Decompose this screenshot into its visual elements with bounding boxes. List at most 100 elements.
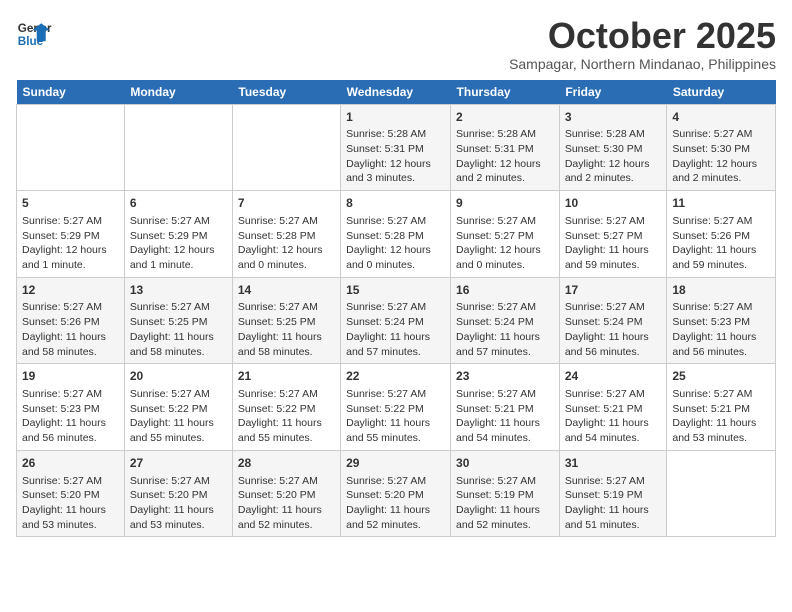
- day-number: 4: [672, 109, 770, 126]
- calendar-cell: 23 Sunrise: 5:27 AMSunset: 5:21 PMDayligh…: [451, 364, 560, 451]
- weekday-header-thursday: Thursday: [451, 80, 560, 105]
- day-info: Sunrise: 5:27 AMSunset: 5:21 PMDaylight:…: [672, 387, 770, 446]
- calendar-cell: 3Sunrise: 5:28 AMSunset: 5:30 PMDaylight…: [559, 104, 667, 191]
- day-number: 31: [565, 455, 662, 472]
- calendar-cell: 21Sunrise: 5:27 AMSunset: 5:22 PMDayligh…: [232, 364, 340, 451]
- calendar-cell: 25Sunrise: 5:27 AMSunset: 5:21 PMDayligh…: [667, 364, 776, 451]
- day-info: Sunrise: 5:27 AMSunset: 5:23 PMDaylight:…: [672, 300, 770, 359]
- day-number: 10: [565, 195, 662, 212]
- day-number: 7: [238, 195, 335, 212]
- calendar-cell: 31 Sunrise: 5:27 AMSunset: 5:19 PMDayligh…: [559, 450, 667, 537]
- weekday-header-sunday: Sunday: [17, 80, 125, 105]
- calendar-cell: 6 Sunrise: 5:27 AMSunset: 5:29 PMDaylight…: [124, 191, 232, 278]
- day-info: Sunrise: 5:27 AMSunset: 5:20 PMDaylight:…: [238, 474, 335, 533]
- calendar-cell: 18Sunrise: 5:27 AMSunset: 5:23 PMDayligh…: [667, 277, 776, 364]
- day-number: 16: [456, 282, 554, 299]
- day-info: Sunrise: 5:27 AMSunset: 5:24 PMDaylight:…: [565, 300, 662, 359]
- day-number: 6: [130, 195, 227, 212]
- day-info: Sunrise: 5:27 AMSunset: 5:22 PMDaylight:…: [346, 387, 445, 446]
- calendar-cell: 4Sunrise: 5:27 AMSunset: 5:30 PMDaylight…: [667, 104, 776, 191]
- day-number: 24: [565, 368, 662, 385]
- calendar-cell: 17Sunrise: 5:27 AMSunset: 5:24 PMDayligh…: [559, 277, 667, 364]
- calendar-cell: [667, 450, 776, 537]
- day-number: 15: [346, 282, 445, 299]
- day-info: Sunrise: 5:27 AMSunset: 5:27 PMDaylight:…: [565, 214, 662, 273]
- calendar-cell: 24 Sunrise: 5:27 AMSunset: 5:21 PMDayligh…: [559, 364, 667, 451]
- calendar-week-4: 19Sunrise: 5:27 AMSunset: 5:23 PMDayligh…: [17, 364, 776, 451]
- day-info: Sunrise: 5:27 AMSunset: 5:28 PMDaylight:…: [346, 214, 445, 273]
- day-number: 13: [130, 282, 227, 299]
- calendar-week-5: 26 Sunrise: 5:27 AMSunset: 5:20 PMDayligh…: [17, 450, 776, 537]
- day-info: Sunrise: 5:27 AMSunset: 5:27 PMDaylight:…: [456, 214, 554, 273]
- calendar-cell: 29 Sunrise: 5:27 AMSunset: 5:20 PMDayligh…: [341, 450, 451, 537]
- logo-icon: General Blue: [16, 16, 52, 52]
- calendar-cell: 15Sunrise: 5:27 AMSunset: 5:24 PMDayligh…: [341, 277, 451, 364]
- calendar-cell: 2Sunrise: 5:28 AMSunset: 5:31 PMDaylight…: [451, 104, 560, 191]
- location-title: Sampagar, Northern Mindanao, Philippines: [509, 56, 776, 72]
- day-info: Sunrise: 5:27 AMSunset: 5:20 PMDaylight:…: [130, 474, 227, 533]
- day-info: Sunrise: 5:27 AMSunset: 5:20 PMDaylight:…: [22, 474, 119, 533]
- day-info: Sunrise: 5:27 AMSunset: 5:25 PMDaylight:…: [238, 300, 335, 359]
- day-number: 23: [456, 368, 554, 385]
- calendar-table: SundayMondayTuesdayWednesdayThursdayFrid…: [16, 80, 776, 538]
- day-number: 14: [238, 282, 335, 299]
- day-number: 22: [346, 368, 445, 385]
- day-info: Sunrise: 5:27 AMSunset: 5:26 PMDaylight:…: [22, 300, 119, 359]
- title-area: October 2025 Sampagar, Northern Mindanao…: [509, 16, 776, 72]
- day-info: Sunrise: 5:27 AMSunset: 5:25 PMDaylight:…: [130, 300, 227, 359]
- day-info: Sunrise: 5:27 AMSunset: 5:24 PMDaylight:…: [456, 300, 554, 359]
- day-number: 28: [238, 455, 335, 472]
- calendar-cell: [232, 104, 340, 191]
- calendar-cell: 10 Sunrise: 5:27 AMSunset: 5:27 PMDayligh…: [559, 191, 667, 278]
- calendar-cell: 12Sunrise: 5:27 AMSunset: 5:26 PMDayligh…: [17, 277, 125, 364]
- weekday-header-monday: Monday: [124, 80, 232, 105]
- calendar-cell: 27 Sunrise: 5:27 AMSunset: 5:20 PMDayligh…: [124, 450, 232, 537]
- day-info: Sunrise: 5:27 AMSunset: 5:26 PMDaylight:…: [672, 214, 770, 273]
- page-header: General Blue October 2025 Sampagar, Nort…: [16, 16, 776, 72]
- calendar-cell: 13Sunrise: 5:27 AMSunset: 5:25 PMDayligh…: [124, 277, 232, 364]
- calendar-cell: 8 Sunrise: 5:27 AMSunset: 5:28 PMDaylight…: [341, 191, 451, 278]
- weekday-header-friday: Friday: [559, 80, 667, 105]
- day-number: 1: [346, 109, 445, 126]
- day-info: Sunrise: 5:27 AMSunset: 5:19 PMDaylight:…: [456, 474, 554, 533]
- logo: General Blue: [16, 16, 52, 52]
- day-number: 8: [346, 195, 445, 212]
- day-info: Sunrise: 5:28 AMSunset: 5:31 PMDaylight:…: [456, 127, 554, 186]
- day-info: Sunrise: 5:27 AMSunset: 5:29 PMDaylight:…: [130, 214, 227, 273]
- calendar-week-1: 1 Sunrise: 5:28 AMSunset: 5:31 PMDaylight…: [17, 104, 776, 191]
- day-number: 2: [456, 109, 554, 126]
- day-number: 18: [672, 282, 770, 299]
- day-number: 26: [22, 455, 119, 472]
- day-info: Sunrise: 5:27 AMSunset: 5:19 PMDaylight:…: [565, 474, 662, 533]
- weekday-header-saturday: Saturday: [667, 80, 776, 105]
- day-info: Sunrise: 5:27 AMSunset: 5:21 PMDaylight:…: [456, 387, 554, 446]
- calendar-week-2: 5 Sunrise: 5:27 AMSunset: 5:29 PMDaylight…: [17, 191, 776, 278]
- day-number: 27: [130, 455, 227, 472]
- calendar-week-3: 12Sunrise: 5:27 AMSunset: 5:26 PMDayligh…: [17, 277, 776, 364]
- calendar-cell: 11 Sunrise: 5:27 AMSunset: 5:26 PMDayligh…: [667, 191, 776, 278]
- day-info: Sunrise: 5:27 AMSunset: 5:22 PMDaylight:…: [130, 387, 227, 446]
- calendar-cell: 16Sunrise: 5:27 AMSunset: 5:24 PMDayligh…: [451, 277, 560, 364]
- day-info: Sunrise: 5:27 AMSunset: 5:20 PMDaylight:…: [346, 474, 445, 533]
- calendar-cell: 20 Sunrise: 5:27 AMSunset: 5:22 PMDayligh…: [124, 364, 232, 451]
- day-number: 17: [565, 282, 662, 299]
- weekday-header-wednesday: Wednesday: [341, 80, 451, 105]
- day-number: 9: [456, 195, 554, 212]
- day-number: 5: [22, 195, 119, 212]
- day-info: Sunrise: 5:27 AMSunset: 5:21 PMDaylight:…: [565, 387, 662, 446]
- day-number: 29: [346, 455, 445, 472]
- calendar-cell: 22 Sunrise: 5:27 AMSunset: 5:22 PMDayligh…: [341, 364, 451, 451]
- day-number: 19: [22, 368, 119, 385]
- calendar-cell: 14Sunrise: 5:27 AMSunset: 5:25 PMDayligh…: [232, 277, 340, 364]
- calendar-cell: 7 Sunrise: 5:27 AMSunset: 5:28 PMDaylight…: [232, 191, 340, 278]
- calendar-cell: 5 Sunrise: 5:27 AMSunset: 5:29 PMDaylight…: [17, 191, 125, 278]
- day-number: 20: [130, 368, 227, 385]
- day-info: Sunrise: 5:27 AMSunset: 5:28 PMDaylight:…: [238, 214, 335, 273]
- day-info: Sunrise: 5:27 AMSunset: 5:29 PMDaylight:…: [22, 214, 119, 273]
- calendar-cell: [124, 104, 232, 191]
- calendar-cell: 30Sunrise: 5:27 AMSunset: 5:19 PMDayligh…: [451, 450, 560, 537]
- day-number: 11: [672, 195, 770, 212]
- day-info: Sunrise: 5:27 AMSunset: 5:22 PMDaylight:…: [238, 387, 335, 446]
- day-info: Sunrise: 5:27 AMSunset: 5:30 PMDaylight:…: [672, 127, 770, 186]
- header-row: SundayMondayTuesdayWednesdayThursdayFrid…: [17, 80, 776, 105]
